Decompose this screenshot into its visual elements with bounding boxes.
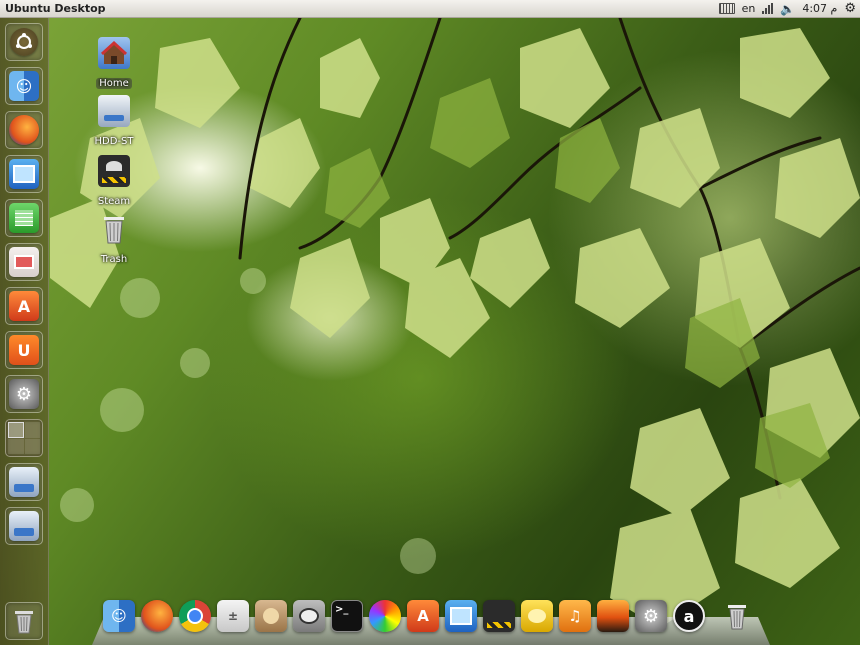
steam-icon	[483, 600, 515, 632]
volume-icon[interactable]: 🔈	[780, 1, 795, 16]
dock-item-terminal[interactable]: >_	[330, 599, 364, 633]
pidgin-icon	[521, 600, 553, 632]
launcher-app-store[interactable]: A	[5, 287, 43, 325]
gimp-icon	[293, 600, 325, 632]
signal-strength-icon	[762, 3, 774, 14]
dock-item-color-picker[interactable]	[368, 599, 402, 633]
desktop-icon-label: HDD-ST	[94, 136, 134, 147]
app-store-icon: A	[407, 600, 439, 632]
desktop-icon-trash[interactable]: Trash	[86, 213, 142, 266]
dock-item-gimp[interactable]	[292, 599, 326, 633]
network-indicator[interactable]	[762, 1, 774, 16]
system-settings-icon: ⚙	[9, 379, 39, 409]
launcher-finder[interactable]: ☺	[5, 67, 43, 105]
finder-icon: ☺	[103, 600, 135, 632]
dock-item-trash[interactable]	[720, 599, 754, 633]
desktop-icon-steam[interactable]: Steam	[86, 155, 142, 208]
launcher-firefox[interactable]	[5, 111, 43, 149]
image-viewer-icon	[445, 600, 477, 632]
top-panel: Ubuntu Desktop en 🔈 4:07 م ⚙	[0, 0, 860, 18]
image-viewer-icon	[9, 159, 39, 189]
trash-icon	[98, 213, 130, 245]
amazon-icon: a	[673, 600, 705, 632]
ubuntu-logo-icon	[10, 28, 38, 56]
trash-icon	[9, 606, 39, 636]
hard-drive-icon	[98, 95, 130, 127]
desktop-icon-label: Steam	[97, 196, 131, 207]
drive-icon	[9, 511, 39, 541]
presentation-icon	[9, 247, 39, 277]
firefox-icon	[141, 600, 173, 632]
ubuntu-one-icon: U	[9, 335, 39, 365]
spreadsheet-icon	[9, 203, 39, 233]
session-gear-icon[interactable]: ⚙	[844, 1, 856, 16]
dock-item-finder[interactable]: ☺	[102, 599, 136, 633]
dock-item-firefox[interactable]	[140, 599, 174, 633]
trash-icon	[721, 600, 753, 632]
launcher-ubuntu-button[interactable]	[5, 23, 43, 61]
dock-item-music[interactable]: ♫	[558, 599, 592, 633]
launcher-workspace-switcher[interactable]	[5, 419, 43, 457]
launcher-presentation[interactable]	[5, 243, 43, 281]
launcher-ubuntu-one[interactable]: U	[5, 331, 43, 369]
app-store-icon: A	[9, 291, 39, 321]
workspace-switcher-icon	[8, 422, 40, 454]
launcher-drive-2[interactable]	[5, 507, 43, 545]
dock-item-calculator[interactable]: ±	[216, 599, 250, 633]
launcher-spreadsheet[interactable]	[5, 199, 43, 237]
dock-item-amazon[interactable]: a	[672, 599, 706, 633]
terminal-icon: >_	[331, 600, 363, 632]
chrome-icon	[179, 600, 211, 632]
dock-item-chrome[interactable]	[178, 599, 212, 633]
keyboard-icon	[718, 3, 735, 14]
dock-item-pidgin[interactable]	[520, 599, 554, 633]
dock-item-app-store[interactable]: A	[406, 599, 440, 633]
desktop-icon-label: Home	[96, 78, 132, 89]
launcher-image-viewer[interactable]	[5, 155, 43, 193]
music-icon: ♫	[559, 600, 591, 632]
unity-launcher: ☺ A U ⚙	[0, 18, 49, 645]
clock[interactable]: 4:07 م	[802, 1, 837, 16]
launcher-drive-1[interactable]	[5, 463, 43, 501]
firefox-icon	[9, 115, 39, 145]
calculator-icon: ±	[217, 600, 249, 632]
archive-icon	[255, 600, 287, 632]
dock-item-image-viewer[interactable]	[444, 599, 478, 633]
home-folder-icon	[98, 37, 130, 69]
steam-icon	[98, 155, 130, 187]
desktop-icon-label: Trash	[100, 254, 128, 265]
settings-icon: ⚙	[635, 600, 667, 632]
keyboard-indicator[interactable]	[718, 1, 735, 16]
dock-item-steam[interactable]	[482, 599, 516, 633]
drive-icon	[9, 467, 39, 497]
indicator-area: en 🔈 4:07 م ⚙	[718, 1, 856, 16]
dock: ☺ ± >_ A ♫ ⚙ a	[102, 599, 762, 637]
launcher-system-settings[interactable]: ⚙	[5, 375, 43, 413]
panel-title: Ubuntu Desktop	[5, 2, 106, 15]
language-indicator[interactable]: en	[742, 1, 756, 16]
photo-icon	[597, 600, 629, 632]
dock-item-photo[interactable]	[596, 599, 630, 633]
launcher-trash[interactable]	[5, 602, 43, 640]
dock-item-archive[interactable]	[254, 599, 288, 633]
desktop-icon-home[interactable]: Home	[86, 37, 142, 90]
dock-item-settings[interactable]: ⚙	[634, 599, 668, 633]
color-picker-icon	[369, 600, 401, 632]
desktop-icon-hdd[interactable]: HDD-ST	[86, 95, 142, 148]
finder-icon: ☺	[9, 71, 39, 101]
